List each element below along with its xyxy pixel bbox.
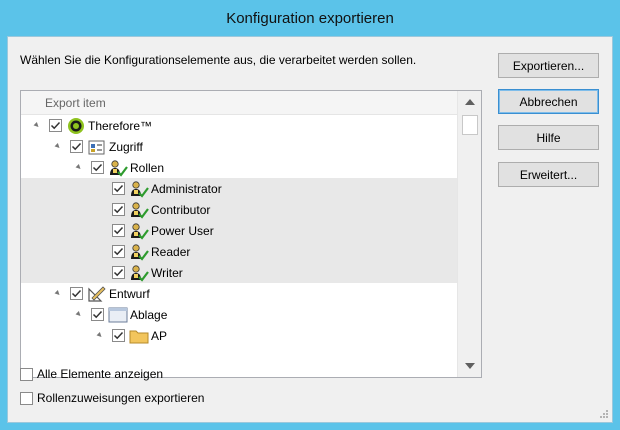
tree-item-checkbox[interactable] [49,119,62,132]
role-icon [129,180,149,198]
show-all-checkbox[interactable] [20,367,33,381]
tree-item-label: AP [151,328,168,343]
expand-toggle-icon[interactable]: ▲ [72,160,87,175]
role-icon [129,243,149,261]
cancel-button[interactable]: Abbrechen [498,89,599,114]
tree-item-label: Contributor [151,202,211,217]
tree-item[interactable]: ▲ Entwurf [21,283,457,304]
tree-item-label: Administrator [151,181,222,196]
export-roles-option[interactable]: Rollenzuweisungen exportieren [20,391,204,405]
folder-icon [129,327,149,345]
expand-toggle-icon[interactable]: ▲ [51,286,66,301]
advanced-button[interactable]: Erweitert... [498,162,599,187]
show-all-label: Alle Elemente anzeigen [37,367,164,381]
export-roles-label: Rollenzuweisungen exportieren [37,391,205,405]
tree-item[interactable]: Writer [21,262,457,283]
export-config-dialog: Konfiguration exportieren Wählen Sie die… [0,0,620,430]
scroll-down-button[interactable] [459,356,481,376]
tree-column-header[interactable]: Export item [21,91,457,115]
role-icon [129,264,149,282]
tree-item-label: Therefore™ [88,118,153,133]
design-icon [87,285,107,303]
export-item-tree[interactable]: Export item ▲ Therefore™ ▲ Zugriff ▲ Rollen Ad… [20,90,482,378]
tree-item-checkbox[interactable] [70,140,83,153]
tree-item[interactable]: ▲ AP [21,325,457,346]
expand-toggle-icon[interactable]: ▲ [51,139,66,154]
expand-toggle-icon[interactable]: ▲ [30,118,45,133]
arrow-up-icon [465,99,475,105]
role-icon [129,201,149,219]
tree-item-checkbox[interactable] [112,245,125,258]
role-icon [108,159,128,177]
tree-item-label: Writer [151,265,183,280]
expand-toggle-icon[interactable]: ▲ [93,328,108,343]
tree-item-checkbox[interactable] [91,308,104,321]
role-icon [129,222,149,240]
expand-toggle-icon [96,247,104,255]
tree-scrollbar[interactable] [457,91,481,377]
expand-toggle-icon [96,226,104,234]
tree-item-label: Reader [151,244,191,259]
tree-item[interactable]: ▲ Rollen [21,157,457,178]
tree-item[interactable]: Administrator [21,178,457,199]
arrow-down-icon [465,363,475,369]
expand-toggle-icon[interactable]: ▲ [72,307,87,322]
instruction-text: Wählen Sie die Konfigurationselemente au… [20,53,417,67]
tree-item[interactable]: Contributor [21,199,457,220]
resize-grip-icon[interactable] [598,408,608,418]
scroll-thumb[interactable] [462,115,478,135]
tree-item-label: Rollen [130,160,165,175]
tree-item[interactable]: ▲ Therefore™ [21,115,457,136]
tree-item[interactable]: Power User [21,220,457,241]
tree-item-checkbox[interactable] [112,182,125,195]
tree-item[interactable]: ▲ Ablage [21,304,457,325]
tree-item[interactable]: ▲ Zugriff [21,136,457,157]
tree-item-checkbox[interactable] [112,224,125,237]
tree-item[interactable]: Reader [21,241,457,262]
show-all-option[interactable]: Alle Elemente anzeigen [20,367,163,381]
tree-item-label: Ablage [130,307,168,322]
tree-item-label: Zugriff [109,139,143,154]
tree-item-checkbox[interactable] [91,161,104,174]
tree-item-checkbox[interactable] [112,203,125,216]
export-button[interactable]: Exportieren... [498,53,599,78]
tree-item-label: Power User [151,223,214,238]
tree-item-checkbox[interactable] [112,266,125,279]
expand-toggle-icon [96,268,104,276]
window-title: Konfiguration exportieren [226,9,394,27]
therefore-logo-icon [66,117,86,135]
tree-body: ▲ Therefore™ ▲ Zugriff ▲ Rollen Administrator C… [21,115,457,377]
storage-icon [108,306,128,324]
expand-toggle-icon [96,205,104,213]
tree-item-checkbox[interactable] [70,287,83,300]
tree-item-label: Entwurf [109,286,150,301]
dialog-client-area: Wählen Sie die Konfigurationselemente au… [7,36,613,423]
expand-toggle-icon [96,184,104,192]
tree-item-checkbox[interactable] [112,329,125,342]
scroll-up-button[interactable] [459,92,481,112]
export-roles-checkbox[interactable] [20,391,33,405]
help-button[interactable]: Hilfe [498,125,599,150]
access-icon [87,138,107,156]
